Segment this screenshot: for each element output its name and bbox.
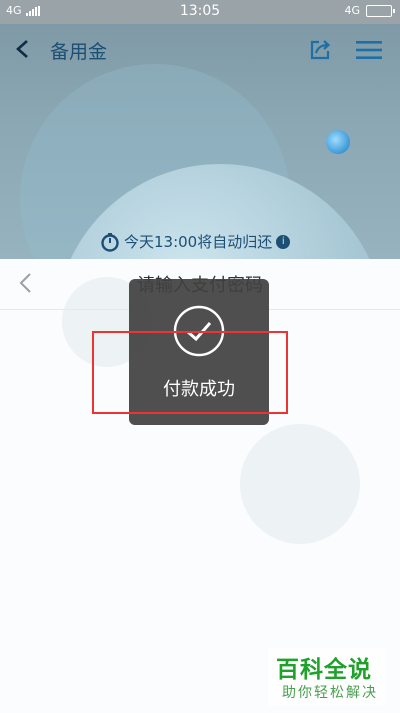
annotation-highlight-box: [92, 331, 288, 414]
watermark-subtitle: 助你轻松解决: [282, 685, 378, 701]
page-title: 备用金: [50, 41, 108, 63]
info-icon[interactable]: i: [276, 234, 291, 249]
notice-text: 今天13:00将自动归还: [124, 233, 273, 251]
battery-icon: [366, 4, 395, 17]
auto-return-notice: 今天13:00将自动归还 i: [100, 231, 291, 252]
network-type-right: 4G: [344, 4, 360, 17]
watermark-title: 百科全说: [276, 657, 372, 683]
decorative-ghost: [240, 424, 360, 544]
menu-icon[interactable]: [356, 40, 382, 60]
back-arrow-icon[interactable]: [12, 38, 34, 60]
stopwatch-icon: [101, 232, 119, 252]
watermark: 百科全说 助你轻松解决: [268, 648, 386, 706]
decorative-ball: [326, 130, 350, 154]
page-header: 备用金: [0, 24, 400, 74]
clock: 13:05: [179, 3, 221, 19]
share-icon[interactable]: [308, 38, 332, 62]
status-bar: 4G 13:05 4G: [0, 0, 400, 24]
